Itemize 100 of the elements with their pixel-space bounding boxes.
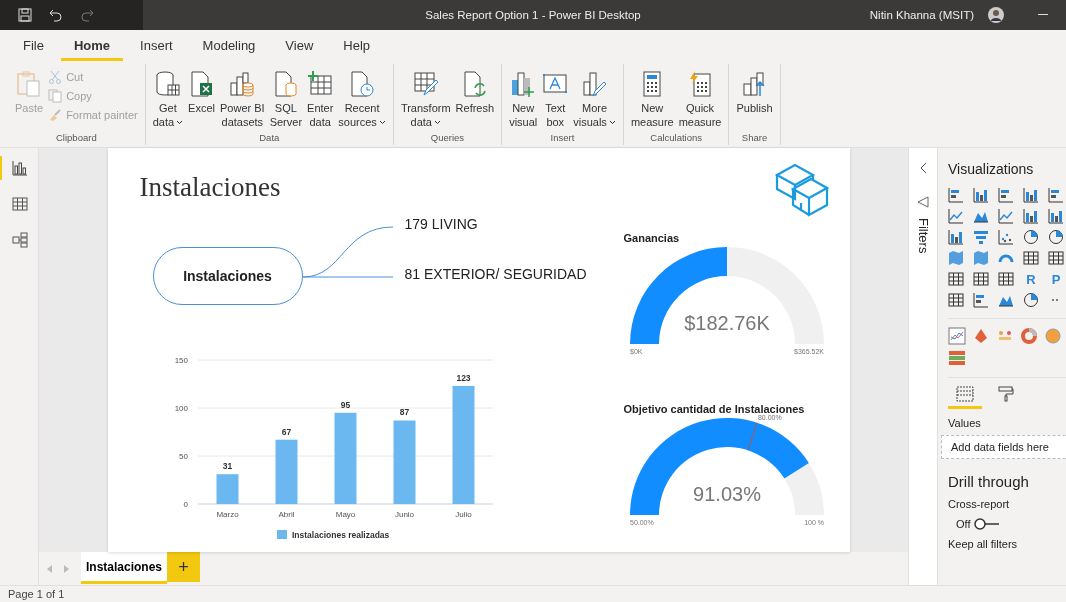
ribbon-button[interactable]: New visual (507, 68, 540, 132)
bar-chart-icon[interactable] (1048, 187, 1064, 203)
button-label: measure (678, 115, 722, 129)
menu-tab[interactable]: View (272, 31, 327, 61)
line-chart-icon[interactable] (948, 208, 964, 224)
filters-pane-label[interactable]: Filters (915, 218, 931, 254)
button-label: Publish (736, 101, 773, 115)
table-icon[interactable] (998, 271, 1014, 287)
column-chart-icon[interactable] (948, 229, 964, 245)
legend-swatch (276, 530, 287, 539)
database-icon (154, 70, 181, 98)
column-chart-icon[interactable] (1023, 208, 1039, 224)
ribbon-button[interactable]: Power BI datasets (218, 68, 267, 132)
caret-icon (176, 119, 184, 125)
drop-field[interactable]: Add data fields here (941, 435, 1066, 459)
line-chart-icon[interactable] (998, 208, 1014, 224)
pie-chart-icon[interactable] (1048, 229, 1064, 245)
column-chart-icon[interactable] (1048, 208, 1064, 224)
toggle-state: Off (956, 518, 971, 530)
setting-label: Keep all filters (948, 538, 1019, 550)
fields-icon (956, 386, 974, 402)
filter-icon[interactable] (917, 196, 929, 208)
group-label: Clipboard (56, 132, 97, 145)
calculator-bolt-icon (687, 70, 714, 98)
ribbon-button[interactable]: Recent sources (336, 68, 388, 132)
mind-map-branch: 81 EXTERIOR/ SEGURIDAD (404, 266, 587, 282)
column-chart-icon[interactable] (1023, 187, 1039, 203)
map-icon[interactable] (973, 250, 989, 266)
bar-chart-icon[interactable] (948, 187, 964, 203)
axis-label: Abril (278, 510, 294, 519)
caret-icon (433, 119, 441, 125)
page-tab[interactable]: Instalaciones (81, 552, 168, 584)
collapse-icon[interactable] (919, 162, 927, 174)
map-icon[interactable] (948, 250, 964, 266)
diamond-icon[interactable] (972, 327, 990, 345)
gauge-track (783, 463, 824, 515)
menu-tab[interactable]: Modeling (189, 31, 269, 61)
ribbon-button[interactable]: Enter data (305, 68, 336, 132)
save-icon[interactable] (18, 8, 32, 22)
button-label: visuals (573, 115, 616, 129)
menu-tab[interactable]: Insert (127, 31, 186, 61)
report-title: Instalaciones (139, 172, 281, 203)
ribbon-button[interactable]: Text box (540, 68, 571, 132)
redo-icon[interactable] (80, 8, 94, 22)
model-icon[interactable] (12, 232, 28, 248)
ribbon-button[interactable]: Get data (150, 68, 186, 132)
menu-tab[interactable]: Help (330, 31, 384, 61)
more-icon[interactable] (1051, 298, 1061, 302)
bar-chart-icon[interactable] (973, 292, 989, 308)
report-icon[interactable] (12, 160, 28, 176)
undo-icon[interactable] (49, 8, 63, 22)
table-icon[interactable] (948, 292, 964, 308)
table-icon[interactable] (948, 271, 964, 287)
button-label: box (546, 115, 565, 129)
setting-label: Cross-report (948, 498, 1011, 510)
paint-roller-icon (998, 386, 1014, 402)
menu-tab[interactable]: Home (60, 31, 124, 61)
table-icon[interactable] (973, 271, 989, 287)
data-label: 87 (399, 407, 409, 418)
caret-icon (608, 119, 616, 125)
datasets-icon (229, 70, 256, 98)
excel-icon (188, 70, 215, 98)
ribbon-button[interactable]: Publish (734, 68, 775, 132)
gauge-title: Ganancias (623, 232, 681, 244)
group-label: Queries (430, 132, 465, 145)
axis-label: 50 (178, 452, 188, 461)
table-icon[interactable] (1048, 250, 1064, 266)
menu-tab[interactable]: File (10, 31, 57, 61)
caret-icon (378, 119, 386, 125)
button-label: measure (630, 115, 674, 129)
ribbon-button[interactable]: Excel (186, 68, 217, 132)
pane-title: Visualizations (948, 161, 1035, 177)
target-marker (747, 422, 757, 451)
button-label: Refresh (455, 101, 495, 115)
toggle-switch[interactable] (974, 518, 1001, 530)
pie-chart-icon[interactable] (1023, 292, 1039, 308)
ribbon-button[interactable]: SQL Server (267, 68, 305, 132)
donut-chart-icon[interactable] (1020, 327, 1038, 345)
minimize-icon[interactable] (1038, 14, 1048, 16)
group-label: Data (259, 132, 280, 145)
ribbon-button[interactable]: Refresh (453, 68, 497, 132)
group-label: Calculations (650, 132, 703, 145)
add-page-button[interactable]: + (167, 552, 201, 582)
line-chart-icon[interactable] (948, 327, 966, 345)
avatar-icon[interactable] (988, 7, 1004, 23)
button-label: data (410, 115, 441, 129)
bullet-chart-icon[interactable] (948, 349, 966, 367)
pie-chart-icon[interactable] (1023, 229, 1039, 245)
gauge-title: Objetivo cantidad de Instalaciones (623, 403, 806, 415)
gauge-value: 91.03% (692, 483, 761, 505)
table-icon[interactable] (12, 196, 28, 212)
column-chart-icon[interactable] (973, 187, 989, 203)
ribbon-button[interactable]: New measure (628, 68, 676, 132)
funnel-icon[interactable] (973, 229, 989, 245)
ribbon-button[interactable]: More visuals (571, 68, 618, 132)
ribbon-button[interactable]: Quick measure (676, 68, 724, 132)
bar-chart-icon[interactable] (998, 187, 1014, 203)
table-icon[interactable] (1023, 250, 1039, 266)
ribbon-button[interactable]: Transform data (398, 68, 453, 132)
scatter-chart-icon[interactable] (998, 229, 1014, 245)
